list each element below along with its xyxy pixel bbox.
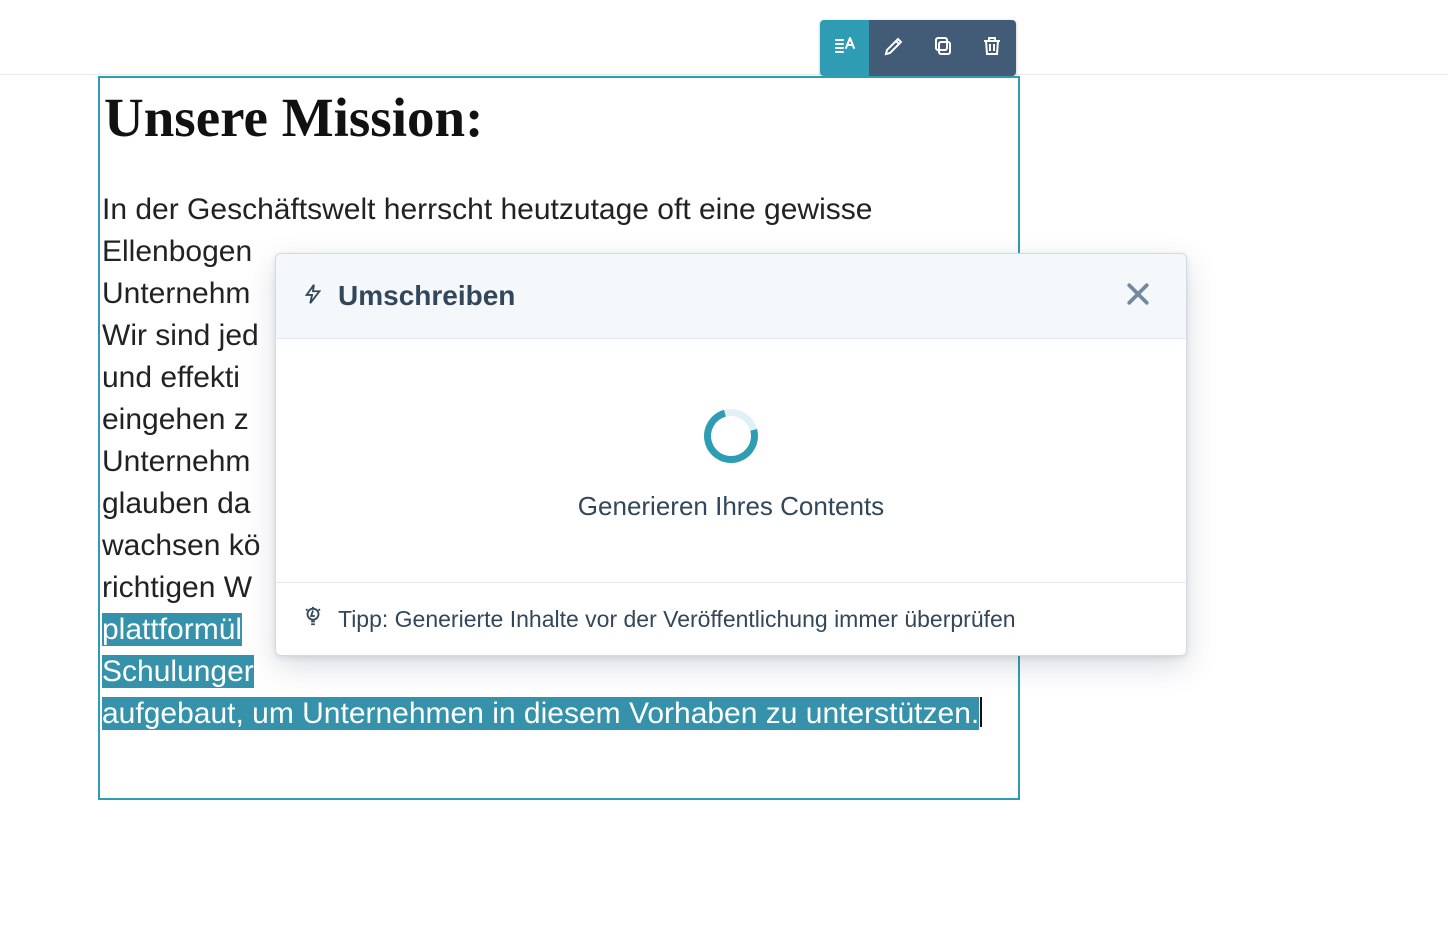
modal-header: Umschreiben bbox=[276, 254, 1186, 339]
edit-button[interactable] bbox=[869, 20, 918, 76]
trash-icon bbox=[980, 34, 1004, 63]
body-line-selected: aufgebaut, um Unternehmen in diesem Vorh… bbox=[102, 697, 979, 730]
body-line: Unternehm bbox=[102, 277, 250, 310]
top-divider bbox=[0, 74, 1448, 75]
body-line: eingehen z bbox=[102, 403, 249, 436]
modal-tip-text: Tipp: Generierte Inhalte vor der Veröffe… bbox=[338, 606, 1016, 633]
close-button[interactable] bbox=[1118, 276, 1158, 316]
text-caret bbox=[980, 697, 982, 727]
body-line-selected: plattformül bbox=[102, 613, 242, 646]
body-line: glauben da bbox=[102, 487, 250, 520]
rewrite-modal: Umschreiben Generieren Ihres Contents Ti… bbox=[275, 253, 1187, 656]
copy-icon bbox=[931, 34, 955, 63]
text-style-button[interactable] bbox=[820, 20, 869, 76]
delete-button[interactable] bbox=[967, 20, 1016, 76]
body-line: Unternehm bbox=[102, 445, 250, 478]
bolt-icon bbox=[302, 280, 324, 312]
modal-title-text: Umschreiben bbox=[338, 280, 515, 312]
editor-canvas: Unsere Mission: In der Geschäftswelt her… bbox=[0, 0, 1448, 936]
block-toolbar bbox=[820, 20, 1016, 76]
modal-body: Generieren Ihres Contents bbox=[276, 339, 1186, 582]
loading-spinner bbox=[694, 399, 768, 473]
body-line: Wir sind jed bbox=[102, 319, 259, 352]
body-line: richtigen W bbox=[102, 571, 252, 604]
modal-title: Umschreiben bbox=[302, 280, 515, 312]
body-line: wachsen kö bbox=[102, 529, 260, 562]
text-style-icon bbox=[833, 34, 857, 63]
pencil-icon bbox=[882, 34, 906, 63]
body-line-selected: Schulunger bbox=[102, 655, 254, 688]
modal-footer: Tipp: Generierte Inhalte vor der Veröffe… bbox=[276, 582, 1186, 655]
close-icon bbox=[1123, 279, 1153, 314]
lightbulb-icon bbox=[302, 605, 324, 633]
body-line: und effekti bbox=[102, 361, 240, 394]
heading[interactable]: Unsere Mission: bbox=[104, 86, 1018, 149]
modal-status-text: Generieren Ihres Contents bbox=[296, 491, 1166, 522]
copy-button[interactable] bbox=[918, 20, 967, 76]
